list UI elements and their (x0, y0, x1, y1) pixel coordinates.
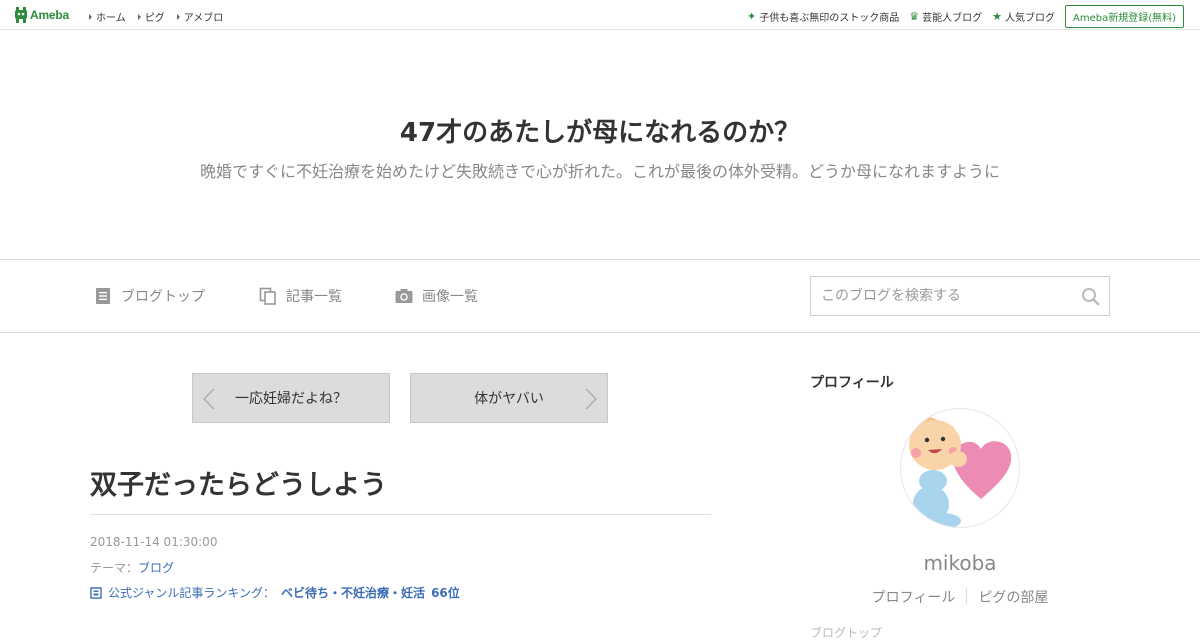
triangle-right-icon (89, 13, 92, 20)
chevron-right-icon (585, 388, 597, 410)
ranking-rank: 66位 (431, 586, 460, 600)
blog-search (810, 276, 1110, 316)
blog-title[interactable]: 47才のあたしが母になれるのか？ (0, 112, 1200, 149)
celebrity-blog-link[interactable]: ♛ 芸能人ブログ (909, 9, 982, 24)
global-header: Ameba ホーム ピグ アメブロ ✦ 子供も喜ぶ無印のストック商品 ♛ 芸能人… (0, 0, 1200, 30)
ranking-prefix: 公式ジャンル記事ランキング： (108, 586, 276, 600)
global-nav-pigg[interactable]: ピグ (137, 9, 165, 24)
nav-blog-top[interactable]: ブログトップ (94, 286, 205, 306)
stock-goods-label: 子供も喜ぶ無印のストック商品 (759, 13, 900, 24)
logo-text: Ameba (30, 8, 70, 22)
profile-heading: プロフィール (810, 375, 894, 391)
blog-description: 晩婚ですぐに不妊治療を始めたけど失敗続きで心が折れた。これが最後の体外受精。どう… (199, 162, 1000, 181)
global-nav-label: アメブロ (183, 13, 224, 24)
camera-icon (395, 289, 413, 303)
profile-link[interactable]: プロフィール (872, 587, 956, 607)
avatar[interactable] (900, 408, 1020, 528)
entry-divider (90, 514, 711, 515)
header-right-links: ✦ 子供も喜ぶ無印のストック商品 ♛ 芸能人ブログ ★ 人気ブログ Ameba新… (747, 5, 1184, 28)
prev-entry-label: 一応妊婦だよね？ (235, 391, 347, 407)
profile-links: プロフィール ピグの部屋 (810, 587, 1110, 607)
nav-entry-list[interactable]: 記事一覧 (259, 286, 342, 306)
document-icon (96, 288, 110, 304)
ameba-mascot-icon (15, 7, 27, 23)
nav-entry-list-label: 記事一覧 (286, 289, 342, 305)
popular-blog-link[interactable]: ★ 人気ブログ (992, 9, 1055, 24)
triangle-right-icon (176, 13, 180, 20)
baby-heart-illustration (909, 417, 1012, 527)
link-separator (966, 588, 968, 604)
genre-ranking-link[interactable]: 公式ジャンル記事ランキング： ベビ待ち・不妊治療・妊活 66位 (90, 584, 460, 601)
entry-date: 2018-11-14 01:30:00 (90, 535, 218, 549)
next-sidebar-heading: ブログトップ (810, 626, 883, 640)
entry-theme-link[interactable]: ブログ (138, 561, 174, 575)
copy-icon (259, 287, 276, 305)
global-nav-label: ホーム (96, 13, 126, 24)
ameba-logo[interactable]: Ameba (14, 6, 69, 24)
nav-blog-top-label: ブログトップ (121, 289, 205, 305)
nav-image-list-label: 画像一覧 (422, 289, 478, 305)
profile-name[interactable]: mikoba (810, 551, 1110, 575)
global-nav: ホーム ピグ アメブロ (89, 9, 223, 24)
triangle-right-icon (137, 13, 141, 20)
pigg-room-link[interactable]: ピグの部屋 (978, 587, 1048, 607)
blog-navbar: ブログトップ 記事一覧 画像一覧 (0, 259, 1200, 333)
blog-header: 47才のあたしが母になれるのか？ 晩婚ですぐに不妊治療を始めたけど失敗続きで心が… (0, 30, 1200, 260)
entry-theme: テーマ：ブログ (90, 559, 174, 576)
stock-goods-link[interactable]: ✦ 子供も喜ぶ無印のストック商品 (747, 9, 899, 24)
ranking-icon (90, 586, 102, 599)
search-icon[interactable] (1081, 287, 1101, 307)
star-icon: ★ (992, 10, 1002, 23)
nav-image-list[interactable]: 画像一覧 (395, 286, 478, 306)
crown-icon: ♛ (909, 10, 920, 23)
global-nav-ameblo[interactable]: アメブロ (176, 9, 224, 24)
celebrity-blog-label: 芸能人ブログ (922, 13, 983, 24)
entry-theme-prefix: テーマ： (90, 561, 139, 575)
sparkle-icon: ✦ (747, 10, 757, 23)
global-nav-home[interactable]: ホーム (89, 9, 126, 24)
register-button[interactable]: Ameba新規登録(無料) (1064, 5, 1184, 28)
prev-entry-button[interactable]: 一応妊婦だよね？ (192, 373, 390, 423)
ranking-genre: ベビ待ち・不妊治療・妊活 (281, 586, 426, 600)
popular-blog-label: 人気ブログ (1004, 13, 1055, 24)
entry-title[interactable]: 双子だったらどうしよう (90, 463, 387, 502)
search-input[interactable] (811, 277, 1071, 315)
next-entry-button[interactable]: 体がヤバい (410, 373, 608, 423)
next-entry-label: 体がヤバい (474, 391, 544, 407)
global-nav-label: ピグ (144, 13, 165, 24)
chevron-left-icon (203, 388, 215, 410)
